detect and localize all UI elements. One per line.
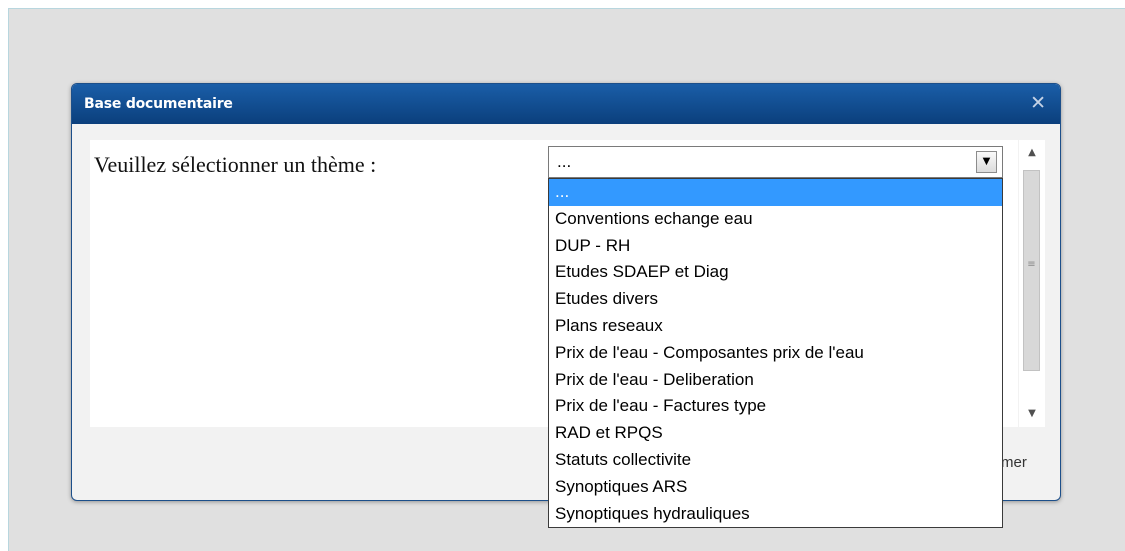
theme-select-value: ... <box>557 152 572 171</box>
dropdown-option[interactable]: Statuts collectivite <box>549 447 1002 474</box>
dropdown-option[interactable]: Prix de l'eau - Deliberation <box>549 367 1002 394</box>
theme-dropdown-list: ... Conventions echange eau DUP - RH Etu… <box>548 178 1003 528</box>
close-button[interactable]: mer <box>1001 453 1027 473</box>
content-scrollbar[interactable]: ▲ ≡ ▼ <box>1019 140 1045 427</box>
dropdown-option[interactable]: Etudes SDAEP et Diag <box>549 259 1002 286</box>
dropdown-option[interactable]: Etudes divers <box>549 286 1002 313</box>
dropdown-option[interactable]: Prix de l'eau - Composantes prix de l'ea… <box>549 340 1002 367</box>
dropdown-option[interactable]: Prix de l'eau - Factures type <box>549 393 1002 420</box>
scroll-down-arrow-icon[interactable]: ▼ <box>1019 401 1045 427</box>
dropdown-option[interactable]: DUP - RH <box>549 233 1002 260</box>
dropdown-option[interactable]: ... <box>549 179 1002 206</box>
theme-select[interactable]: ... ▼ <box>548 146 1003 178</box>
dropdown-option[interactable]: Synoptiques ARS <box>549 474 1002 501</box>
dropdown-option[interactable]: Conventions echange eau <box>549 206 1002 233</box>
theme-prompt-label: Veuillez sélectionner un thème : <box>94 152 377 177</box>
scroll-up-arrow-icon[interactable]: ▲ <box>1019 140 1045 166</box>
dialog-titlebar[interactable]: Base documentaire ✕ <box>72 84 1060 124</box>
grip-icon: ≡ <box>1027 259 1036 270</box>
dropdown-option[interactable]: Synoptiques hydrauliques <box>549 501 1002 528</box>
scrollbar-thumb[interactable]: ≡ <box>1023 170 1040 371</box>
dropdown-option[interactable]: RAD et RPQS <box>549 420 1002 447</box>
dropdown-option[interactable]: Plans reseaux <box>549 313 1002 340</box>
chevron-down-icon[interactable]: ▼ <box>976 151 997 173</box>
close-icon[interactable]: ✕ <box>1030 92 1046 114</box>
dialog-title: Base documentaire <box>84 96 233 112</box>
